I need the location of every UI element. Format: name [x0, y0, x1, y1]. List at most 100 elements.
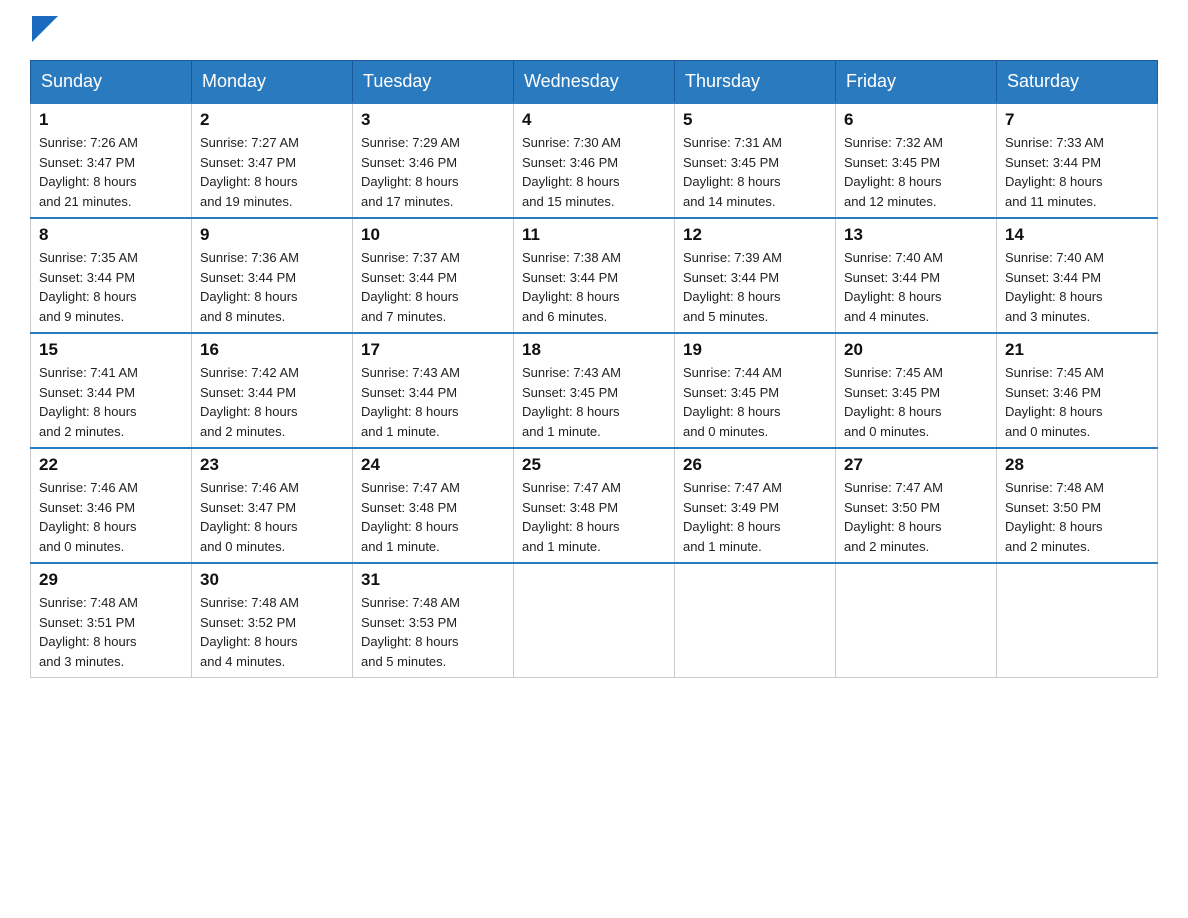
- day-info: Sunrise: 7:40 AMSunset: 3:44 PMDaylight:…: [1005, 248, 1149, 326]
- day-info: Sunrise: 7:48 AMSunset: 3:51 PMDaylight:…: [39, 593, 183, 671]
- calendar-cell: [836, 563, 997, 678]
- calendar-cell: 21 Sunrise: 7:45 AMSunset: 3:46 PMDaylig…: [997, 333, 1158, 448]
- day-number: 11: [522, 225, 666, 245]
- day-number: 8: [39, 225, 183, 245]
- day-number: 9: [200, 225, 344, 245]
- calendar-cell: 6 Sunrise: 7:32 AMSunset: 3:45 PMDayligh…: [836, 103, 997, 218]
- day-number: 23: [200, 455, 344, 475]
- logo: [30, 20, 58, 42]
- day-info: Sunrise: 7:36 AMSunset: 3:44 PMDaylight:…: [200, 248, 344, 326]
- day-info: Sunrise: 7:32 AMSunset: 3:45 PMDaylight:…: [844, 133, 988, 211]
- calendar-cell: 31 Sunrise: 7:48 AMSunset: 3:53 PMDaylig…: [353, 563, 514, 678]
- calendar-cell: 30 Sunrise: 7:48 AMSunset: 3:52 PMDaylig…: [192, 563, 353, 678]
- calendar-cell: 23 Sunrise: 7:46 AMSunset: 3:47 PMDaylig…: [192, 448, 353, 563]
- day-info: Sunrise: 7:33 AMSunset: 3:44 PMDaylight:…: [1005, 133, 1149, 211]
- calendar-cell: 1 Sunrise: 7:26 AMSunset: 3:47 PMDayligh…: [31, 103, 192, 218]
- day-number: 3: [361, 110, 505, 130]
- weekday-header-wednesday: Wednesday: [514, 61, 675, 104]
- day-info: Sunrise: 7:48 AMSunset: 3:52 PMDaylight:…: [200, 593, 344, 671]
- day-number: 31: [361, 570, 505, 590]
- calendar-cell: 24 Sunrise: 7:47 AMSunset: 3:48 PMDaylig…: [353, 448, 514, 563]
- day-number: 22: [39, 455, 183, 475]
- calendar-cell: 11 Sunrise: 7:38 AMSunset: 3:44 PMDaylig…: [514, 218, 675, 333]
- day-info: Sunrise: 7:27 AMSunset: 3:47 PMDaylight:…: [200, 133, 344, 211]
- day-number: 30: [200, 570, 344, 590]
- day-info: Sunrise: 7:43 AMSunset: 3:44 PMDaylight:…: [361, 363, 505, 441]
- day-number: 14: [1005, 225, 1149, 245]
- calendar-cell: 3 Sunrise: 7:29 AMSunset: 3:46 PMDayligh…: [353, 103, 514, 218]
- day-number: 1: [39, 110, 183, 130]
- weekday-header-friday: Friday: [836, 61, 997, 104]
- day-info: Sunrise: 7:40 AMSunset: 3:44 PMDaylight:…: [844, 248, 988, 326]
- weekday-header-row: SundayMondayTuesdayWednesdayThursdayFrid…: [31, 61, 1158, 104]
- day-info: Sunrise: 7:46 AMSunset: 3:47 PMDaylight:…: [200, 478, 344, 556]
- day-number: 19: [683, 340, 827, 360]
- calendar-cell: [675, 563, 836, 678]
- day-number: 27: [844, 455, 988, 475]
- calendar-cell: 16 Sunrise: 7:42 AMSunset: 3:44 PMDaylig…: [192, 333, 353, 448]
- calendar-week-row: 1 Sunrise: 7:26 AMSunset: 3:47 PMDayligh…: [31, 103, 1158, 218]
- calendar-cell: 13 Sunrise: 7:40 AMSunset: 3:44 PMDaylig…: [836, 218, 997, 333]
- calendar-cell: 4 Sunrise: 7:30 AMSunset: 3:46 PMDayligh…: [514, 103, 675, 218]
- day-number: 25: [522, 455, 666, 475]
- calendar-cell: [997, 563, 1158, 678]
- day-number: 6: [844, 110, 988, 130]
- calendar-cell: 5 Sunrise: 7:31 AMSunset: 3:45 PMDayligh…: [675, 103, 836, 218]
- calendar-cell: 27 Sunrise: 7:47 AMSunset: 3:50 PMDaylig…: [836, 448, 997, 563]
- calendar-cell: 15 Sunrise: 7:41 AMSunset: 3:44 PMDaylig…: [31, 333, 192, 448]
- day-info: Sunrise: 7:29 AMSunset: 3:46 PMDaylight:…: [361, 133, 505, 211]
- calendar-cell: 14 Sunrise: 7:40 AMSunset: 3:44 PMDaylig…: [997, 218, 1158, 333]
- calendar-cell: 29 Sunrise: 7:48 AMSunset: 3:51 PMDaylig…: [31, 563, 192, 678]
- day-info: Sunrise: 7:41 AMSunset: 3:44 PMDaylight:…: [39, 363, 183, 441]
- day-number: 12: [683, 225, 827, 245]
- calendar-cell: 7 Sunrise: 7:33 AMSunset: 3:44 PMDayligh…: [997, 103, 1158, 218]
- calendar-cell: 2 Sunrise: 7:27 AMSunset: 3:47 PMDayligh…: [192, 103, 353, 218]
- calendar-cell: 8 Sunrise: 7:35 AMSunset: 3:44 PMDayligh…: [31, 218, 192, 333]
- day-info: Sunrise: 7:48 AMSunset: 3:53 PMDaylight:…: [361, 593, 505, 671]
- calendar-cell: 26 Sunrise: 7:47 AMSunset: 3:49 PMDaylig…: [675, 448, 836, 563]
- calendar-cell: 19 Sunrise: 7:44 AMSunset: 3:45 PMDaylig…: [675, 333, 836, 448]
- day-info: Sunrise: 7:26 AMSunset: 3:47 PMDaylight:…: [39, 133, 183, 211]
- day-info: Sunrise: 7:30 AMSunset: 3:46 PMDaylight:…: [522, 133, 666, 211]
- calendar-week-row: 29 Sunrise: 7:48 AMSunset: 3:51 PMDaylig…: [31, 563, 1158, 678]
- logo-triangle-icon: [32, 16, 58, 42]
- day-number: 20: [844, 340, 988, 360]
- calendar-cell: [514, 563, 675, 678]
- calendar-cell: 20 Sunrise: 7:45 AMSunset: 3:45 PMDaylig…: [836, 333, 997, 448]
- page-header: [30, 20, 1158, 42]
- calendar-week-row: 15 Sunrise: 7:41 AMSunset: 3:44 PMDaylig…: [31, 333, 1158, 448]
- calendar-cell: 28 Sunrise: 7:48 AMSunset: 3:50 PMDaylig…: [997, 448, 1158, 563]
- calendar-cell: 9 Sunrise: 7:36 AMSunset: 3:44 PMDayligh…: [192, 218, 353, 333]
- day-info: Sunrise: 7:47 AMSunset: 3:48 PMDaylight:…: [361, 478, 505, 556]
- day-number: 24: [361, 455, 505, 475]
- day-info: Sunrise: 7:38 AMSunset: 3:44 PMDaylight:…: [522, 248, 666, 326]
- day-number: 18: [522, 340, 666, 360]
- day-number: 26: [683, 455, 827, 475]
- day-info: Sunrise: 7:39 AMSunset: 3:44 PMDaylight:…: [683, 248, 827, 326]
- day-info: Sunrise: 7:47 AMSunset: 3:48 PMDaylight:…: [522, 478, 666, 556]
- day-info: Sunrise: 7:31 AMSunset: 3:45 PMDaylight:…: [683, 133, 827, 211]
- day-info: Sunrise: 7:47 AMSunset: 3:50 PMDaylight:…: [844, 478, 988, 556]
- day-number: 5: [683, 110, 827, 130]
- logo-blue-part: [30, 20, 58, 42]
- day-info: Sunrise: 7:37 AMSunset: 3:44 PMDaylight:…: [361, 248, 505, 326]
- weekday-header-sunday: Sunday: [31, 61, 192, 104]
- day-number: 16: [200, 340, 344, 360]
- calendar-table: SundayMondayTuesdayWednesdayThursdayFrid…: [30, 60, 1158, 678]
- day-info: Sunrise: 7:43 AMSunset: 3:45 PMDaylight:…: [522, 363, 666, 441]
- calendar-cell: 10 Sunrise: 7:37 AMSunset: 3:44 PMDaylig…: [353, 218, 514, 333]
- day-number: 7: [1005, 110, 1149, 130]
- calendar-cell: 18 Sunrise: 7:43 AMSunset: 3:45 PMDaylig…: [514, 333, 675, 448]
- calendar-week-row: 8 Sunrise: 7:35 AMSunset: 3:44 PMDayligh…: [31, 218, 1158, 333]
- day-info: Sunrise: 7:44 AMSunset: 3:45 PMDaylight:…: [683, 363, 827, 441]
- day-info: Sunrise: 7:46 AMSunset: 3:46 PMDaylight:…: [39, 478, 183, 556]
- day-info: Sunrise: 7:48 AMSunset: 3:50 PMDaylight:…: [1005, 478, 1149, 556]
- day-info: Sunrise: 7:45 AMSunset: 3:46 PMDaylight:…: [1005, 363, 1149, 441]
- day-number: 28: [1005, 455, 1149, 475]
- day-number: 15: [39, 340, 183, 360]
- day-info: Sunrise: 7:42 AMSunset: 3:44 PMDaylight:…: [200, 363, 344, 441]
- weekday-header-thursday: Thursday: [675, 61, 836, 104]
- day-info: Sunrise: 7:47 AMSunset: 3:49 PMDaylight:…: [683, 478, 827, 556]
- weekday-header-saturday: Saturday: [997, 61, 1158, 104]
- day-number: 10: [361, 225, 505, 245]
